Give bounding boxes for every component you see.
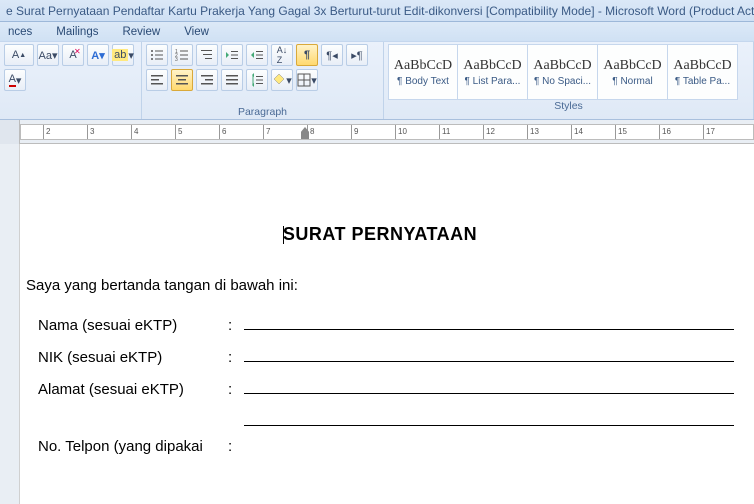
show-hide-button[interactable]: ¶ xyxy=(296,44,318,66)
field-label-alamat: Alamat (sesuai eKTP) xyxy=(38,381,228,398)
multilevel-list-button[interactable] xyxy=(196,44,218,66)
ruler-tick: 14 xyxy=(571,125,572,139)
document-heading: SURAT PERNYATAAN xyxy=(26,224,734,245)
ribbon-tab-strip: nces Mailings Review View xyxy=(0,22,754,42)
align-center-button[interactable] xyxy=(171,69,193,91)
ruler-tick: 4 xyxy=(131,125,132,139)
field-line xyxy=(244,314,734,330)
window-title: e Surat Pernyataan Pendaftar Kartu Prake… xyxy=(6,4,754,18)
field-label-nama: Nama (sesuai eKTP) xyxy=(38,317,228,334)
clear-formatting-button[interactable]: A✕ xyxy=(62,44,84,66)
text-effects-button[interactable]: A▾ xyxy=(87,44,109,66)
field-label-nik: NIK (sesuai eKTP) xyxy=(38,349,228,366)
document-page[interactable]: SURAT PERNYATAAN Saya yang bertanda tang… xyxy=(20,144,754,504)
align-right-button[interactable] xyxy=(196,69,218,91)
left-gutter xyxy=(0,144,20,504)
field-line-continuation xyxy=(244,410,734,426)
tab-review[interactable]: Review xyxy=(122,26,160,38)
styles-group: AaBbCcD¶ Body Text AaBbCcD¶ List Para...… xyxy=(384,42,754,119)
ruler-tick: 6 xyxy=(219,125,220,139)
ribbon: A▲ Aa▾ A✕ A▾ ab▾ A▾ 123 A↓Z ¶ ¶◂ ▸¶ ▾ ▾ xyxy=(0,42,754,120)
borders-button[interactable]: ▾ xyxy=(296,69,318,91)
window-titlebar: e Surat Pernyataan Pendaftar Kartu Prake… xyxy=(0,0,754,22)
bullets-button[interactable] xyxy=(146,44,168,66)
field-row-alamat-cont xyxy=(26,410,734,426)
field-line xyxy=(244,378,734,394)
font-group: A▲ Aa▾ A✕ A▾ ab▾ A▾ xyxy=(0,42,142,119)
document-viewport: SURAT PERNYATAAN Saya yang bertanda tang… xyxy=(0,144,754,504)
justify-button[interactable] xyxy=(221,69,243,91)
ruler-tick: 3 xyxy=(87,125,88,139)
paragraph-group-label: Paragraph xyxy=(146,106,379,119)
tab-references[interactable]: nces xyxy=(8,26,32,38)
style-no-spacing[interactable]: AaBbCcD¶ No Spaci... xyxy=(528,44,598,100)
field-row-alamat: Alamat (sesuai eKTP) : xyxy=(26,378,734,398)
ltr-button[interactable]: ¶◂ xyxy=(321,44,343,66)
style-normal[interactable]: AaBbCcD¶ Normal xyxy=(598,44,668,100)
ruler-tick: 5 xyxy=(175,125,176,139)
paragraph-group: 123 A↓Z ¶ ¶◂ ▸¶ ▾ ▾ Paragraph xyxy=(142,42,384,119)
tab-mailings[interactable]: Mailings xyxy=(56,26,98,38)
svg-text:3: 3 xyxy=(175,57,178,62)
line-spacing-button[interactable] xyxy=(246,69,268,91)
increase-indent-button[interactable] xyxy=(246,44,268,66)
shading-button[interactable]: ▾ xyxy=(271,69,293,91)
horizontal-ruler[interactable]: 234567891011121314151617 xyxy=(20,124,754,140)
tab-view[interactable]: View xyxy=(184,26,209,38)
vertical-ruler-corner xyxy=(0,120,20,144)
field-colon: : xyxy=(228,317,244,334)
highlight-button[interactable]: ab▾ xyxy=(112,44,134,66)
decrease-indent-button[interactable] xyxy=(221,44,243,66)
ruler-tick: 15 xyxy=(615,125,616,139)
sort-button[interactable]: A↓Z xyxy=(271,44,293,66)
ruler-tick: 12 xyxy=(483,125,484,139)
field-row-nik: NIK (sesuai eKTP) : xyxy=(26,346,734,366)
field-colon: : xyxy=(228,438,244,455)
ruler-tick: 9 xyxy=(351,125,352,139)
field-row-telpon: No. Telpon (yang dipakai : xyxy=(26,438,734,455)
numbering-button[interactable]: 123 xyxy=(171,44,193,66)
field-colon: : xyxy=(228,349,244,366)
field-line xyxy=(244,346,734,362)
font-group-label xyxy=(4,118,137,119)
ruler-tick: 16 xyxy=(659,125,660,139)
style-list-paragraph[interactable]: AaBbCcD¶ List Para... xyxy=(458,44,528,100)
ruler-tick: 11 xyxy=(439,125,440,139)
ruler-tick: 10 xyxy=(395,125,396,139)
change-case-button[interactable]: Aa▾ xyxy=(37,44,59,66)
intro-paragraph: Saya yang bertanda tangan di bawah ini: xyxy=(26,277,734,294)
grow-font-button[interactable]: A▲ xyxy=(4,44,34,66)
field-row-nama: Nama (sesuai eKTP) : xyxy=(26,314,734,334)
ruler-tick: 2 xyxy=(43,125,44,139)
ruler-tick: 7 xyxy=(263,125,264,139)
style-body-text[interactable]: AaBbCcD¶ Body Text xyxy=(388,44,458,100)
rtl-button[interactable]: ▸¶ xyxy=(346,44,368,66)
field-colon: : xyxy=(228,381,244,398)
ruler-tick: 17 xyxy=(703,125,704,139)
styles-group-label: Styles xyxy=(388,100,749,113)
field-label-telpon: No. Telpon (yang dipakai xyxy=(38,438,228,455)
ruler-tick: 13 xyxy=(527,125,528,139)
align-left-button[interactable] xyxy=(146,69,168,91)
styles-gallery: AaBbCcD¶ Body Text AaBbCcD¶ List Para...… xyxy=(388,44,749,100)
ruler-area: 234567891011121314151617 xyxy=(0,120,754,144)
style-table-paragraph[interactable]: AaBbCcD¶ Table Pa... xyxy=(668,44,738,100)
font-color-button[interactable]: A▾ xyxy=(4,69,26,91)
